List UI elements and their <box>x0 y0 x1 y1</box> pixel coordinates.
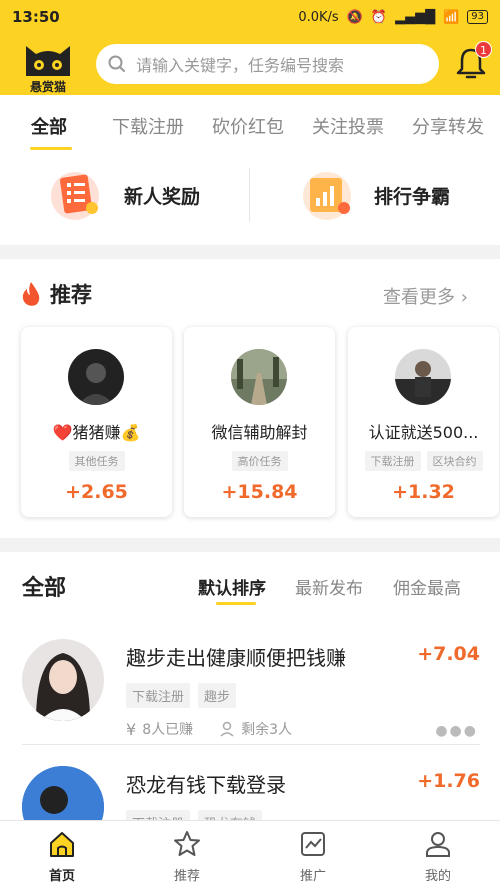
task-tag: 下载注册 <box>364 451 421 471</box>
network-speed: 0.0K/s <box>298 9 339 25</box>
card-tags: 下载注册 区块合约 <box>348 451 499 471</box>
avatar <box>231 349 287 405</box>
search-input[interactable]: 请输入关键字，任务编号搜索 <box>96 44 439 84</box>
task-tag: 趣步 <box>198 683 237 708</box>
nav-promote-label: 推广 <box>299 869 326 884</box>
task-tags: 下载注册 恐龙有钱 <box>126 810 263 820</box>
feature-divider <box>249 168 250 222</box>
task-list-item[interactable]: 恐龙有钱下载登录 +1.76 下载注册 恐龙有钱 <box>0 766 500 820</box>
sort-highest-commission[interactable]: 佣金最高 <box>393 574 461 599</box>
mute-icon: 🔕 <box>346 9 363 25</box>
task-meta: ¥ 8人已赚 剩余3人 <box>126 719 292 739</box>
tab-follow-vote[interactable]: 关注投票 <box>312 113 384 139</box>
nav-recommend-label: 推荐 <box>173 869 200 884</box>
profile-icon <box>426 832 450 857</box>
task-tags: 下载注册 趣步 <box>126 683 237 708</box>
tab-active-indicator <box>30 147 72 150</box>
card-title: ❤️猪猪赚💰 <box>52 423 141 442</box>
status-bar: 13:50 0.0K/s 🔕 ⏰ ▂▄▆█ 📶 93 <box>0 0 500 34</box>
task-tag: 高价任务 <box>231 451 288 471</box>
category-section: 全部 下载注册 砍价红包 关注投票 分享转发 新人奖励 排行争霸 <box>0 95 500 245</box>
signal-icon: ▂▄▆█ <box>395 9 436 25</box>
sort-newest[interactable]: 最新发布 <box>295 574 363 599</box>
star-icon <box>174 831 200 856</box>
avatar <box>22 766 104 820</box>
search-icon <box>108 55 125 72</box>
nav-recommend[interactable]: 推荐 <box>147 829 227 884</box>
newcomer-reward-label: 新人奖励 <box>124 185 201 208</box>
remaining-count: 剩余3人 <box>241 722 293 738</box>
task-divider <box>22 744 480 745</box>
home-icon <box>50 832 74 857</box>
nav-home[interactable]: 首页 <box>22 829 102 884</box>
all-tasks-section: 全部 默认排序 最新发布 佣金最高 趣步走出健康顺便把钱赚 +7.04 下载注册… <box>0 552 500 820</box>
battery-icon: 93 <box>467 10 488 24</box>
category-tabs: 全部 下载注册 砍价红包 关注投票 分享转发 <box>0 113 500 153</box>
card-reward: +2.65 <box>65 481 128 503</box>
fire-icon <box>22 282 40 306</box>
task-list-item[interactable]: 趣步走出健康顺便把钱赚 +7.04 下载注册 趣步 ¥ 8人已赚 剩余3人 ●●… <box>0 639 500 764</box>
tab-bargain-redpacket[interactable]: 砍价红包 <box>212 113 284 139</box>
status-time: 13:50 <box>12 8 60 26</box>
nav-profile[interactable]: 我的 <box>398 829 478 884</box>
search-placeholder: 请输入关键字，任务编号搜索 <box>136 56 345 75</box>
all-tasks-title: 全部 <box>22 576 67 601</box>
card-reward: +1.32 <box>392 481 455 503</box>
yen-icon: ¥ <box>126 719 137 739</box>
card-tags: 其他任务 <box>21 451 172 471</box>
ranking-label: 排行争霸 <box>374 185 451 208</box>
sort-active-indicator <box>216 602 256 605</box>
ranking-chart-icon <box>303 172 351 220</box>
avatar <box>22 639 104 721</box>
bottom-navigation: 首页 推荐 推广 我的 <box>0 820 500 888</box>
card-tags: 高价任务 <box>184 451 335 471</box>
sort-default[interactable]: 默认排序 <box>198 574 266 599</box>
nav-profile-label: 我的 <box>424 869 451 884</box>
alarm-icon: ⏰ <box>370 9 388 25</box>
recommend-card[interactable]: ❤️猪猪赚💰 其他任务 +2.65 <box>21 327 172 517</box>
task-title: 趣步走出健康顺便把钱赚 <box>126 646 346 670</box>
task-tag: 其他任务 <box>68 451 125 471</box>
avatar <box>395 349 451 405</box>
avatar <box>68 349 124 405</box>
nav-promote[interactable]: 推广 <box>273 829 353 884</box>
notification-badge: 1 <box>475 41 492 58</box>
promote-chart-icon <box>301 832 325 856</box>
status-icons: 0.0K/s 🔕 ⏰ ▂▄▆█ 📶 93 <box>298 10 488 25</box>
task-title: 恐龙有钱下载登录 <box>126 773 286 797</box>
task-tag: 区块合约 <box>426 451 483 471</box>
recommend-header: 推荐 <box>20 279 92 309</box>
app-logo[interactable]: 悬赏猫 <box>22 40 74 94</box>
task-tag: 恐龙有钱 <box>198 810 263 820</box>
logo-text: 悬赏猫 <box>29 80 66 94</box>
person-icon <box>220 721 234 737</box>
tab-share-forward[interactable]: 分享转发 <box>412 113 484 139</box>
newcomer-reward-button[interactable]: 新人奖励 <box>48 167 200 223</box>
tab-all[interactable]: 全部 <box>31 113 67 139</box>
card-title: 微信辅助解封 <box>211 423 308 442</box>
view-more-link[interactable]: 查看更多 › <box>383 283 468 309</box>
task-reward: +1.76 <box>417 770 480 792</box>
recommend-card[interactable]: 微信辅助解封 高价任务 +15.84 <box>184 327 335 517</box>
tab-download-register[interactable]: 下载注册 <box>112 113 184 139</box>
ranking-button[interactable]: 排行争霸 <box>298 167 450 223</box>
card-title: 认证就送500... <box>368 423 479 442</box>
earned-count: 8人已赚 <box>142 722 194 738</box>
task-reward: +7.04 <box>417 643 480 665</box>
recommend-card[interactable]: 认证就送500... 下载注册 区块合约 +1.32 <box>348 327 499 517</box>
card-reward: +15.84 <box>221 481 298 503</box>
recommend-title: 推荐 <box>50 283 92 307</box>
recommend-section: 推荐 查看更多 › ❤️猪猪赚💰 其他任务 +2.65 微信辅助解封 高价任务 … <box>0 259 500 538</box>
wifi-icon: 📶 <box>443 9 460 25</box>
app-header: 13:50 0.0K/s 🔕 ⏰ ▂▄▆█ 📶 93 悬赏猫 请输入关键字，任务… <box>0 0 500 95</box>
view-more-label: 查看更多 <box>383 287 455 308</box>
task-tag: 下载注册 <box>126 810 191 820</box>
gift-list-icon <box>51 172 99 220</box>
nav-home-label: 首页 <box>48 869 75 884</box>
cat-logo-icon <box>26 46 70 76</box>
chevron-right-icon: › <box>460 287 468 308</box>
task-tag: 下载注册 <box>126 683 191 708</box>
more-options-icon[interactable]: ●●● <box>435 723 478 739</box>
